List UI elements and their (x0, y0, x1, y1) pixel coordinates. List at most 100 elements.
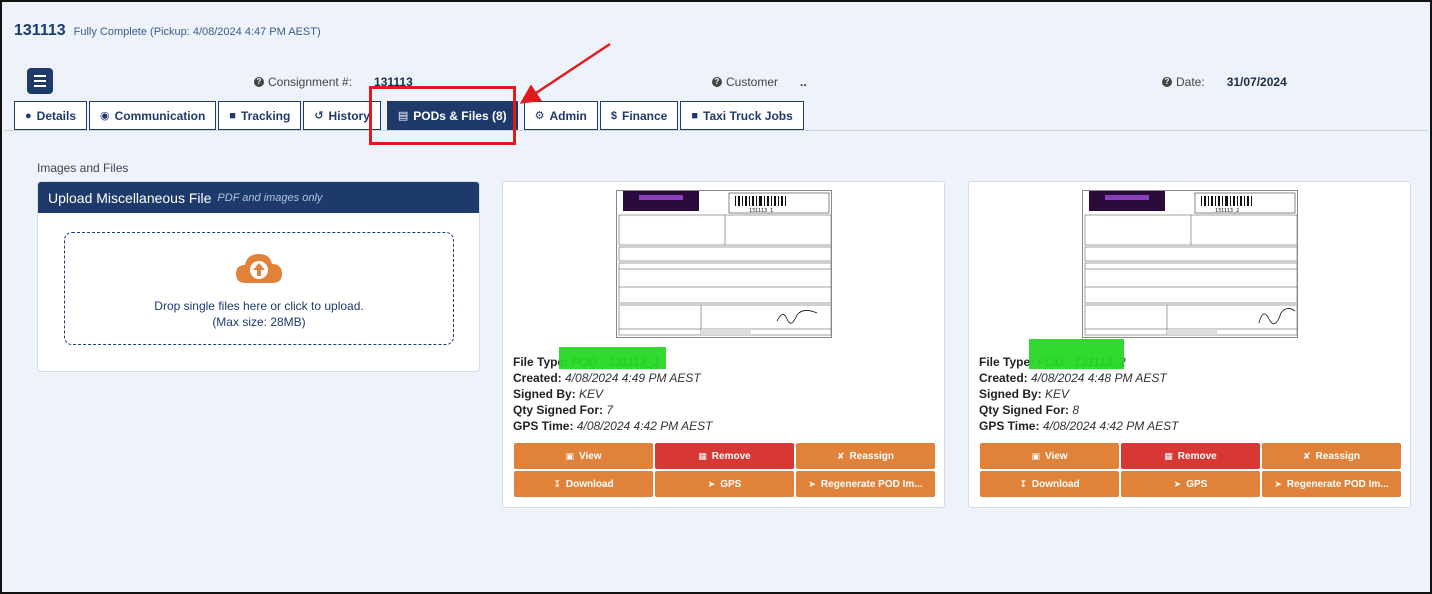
job-header: 131113 Fully Complete (Pickup: 4/08/2024… (14, 22, 321, 40)
tab-label: Details (36, 108, 77, 123)
reassign-button[interactable]: ✘ Reassign (1262, 443, 1401, 469)
job-number: 131113 (14, 22, 66, 39)
created-label: Created: (513, 371, 562, 385)
pod-card: 131113_2 File Type: POD - 131113_2 Creat… (968, 181, 1411, 508)
tab-label: Admin (549, 108, 587, 123)
gps-button[interactable]: ➤ GPS (1121, 471, 1260, 497)
customer-label: Customer (726, 75, 779, 89)
pod-actions: ▣ View ▦ Remove ✘ Reassign ↧ Download ➤ GPS ➤… (514, 443, 935, 497)
redaction-mark (1029, 339, 1124, 369)
qty-label: Qty Signed For: (513, 403, 603, 417)
tab-label: Finance (621, 108, 668, 123)
download-icon: ↧ (1019, 478, 1027, 489)
button-label: GPS (1186, 478, 1208, 490)
gps-time-value: 4/08/2024 4:42 PM AEST (576, 419, 713, 433)
signed-by-value: KEV (579, 387, 604, 401)
customer-meta: ? Customer .. (712, 75, 807, 89)
date-value: 31/07/2024 (1226, 75, 1287, 89)
remove-button[interactable]: ▦ Remove (655, 443, 794, 469)
download-button[interactable]: ↧ Download (980, 471, 1119, 497)
date-label: Date: (1176, 75, 1205, 89)
image-icon: ▣ (565, 450, 574, 461)
chat-icon: ◉ (100, 110, 110, 122)
drop-instruction: Drop single files here or click to uploa… (154, 299, 364, 313)
trash-icon: ▦ (698, 450, 707, 461)
button-label: Regenerate POD Im... (820, 478, 923, 490)
gear-icon: ⚙ (534, 110, 545, 122)
trash-icon: ▦ (1164, 450, 1173, 461)
view-button[interactable]: ▣ View (980, 443, 1119, 469)
redaction-mark (559, 347, 666, 369)
annotation-highlight-box (369, 86, 516, 145)
pod-barcode-text: 131113_1 (749, 208, 773, 214)
app-frame: 131113 Fully Complete (Pickup: 4/08/2024… (0, 0, 1432, 594)
remove-button[interactable]: ▦ Remove (1121, 443, 1260, 469)
button-label: Reassign (849, 450, 894, 462)
button-label: Remove (711, 450, 751, 462)
truck-icon: ■ (691, 109, 698, 122)
pod-card: 131113_1 File Type: POD - 131113_1 Creat… (502, 181, 945, 508)
download-icon: ↧ (553, 478, 561, 489)
question-icon: ? (712, 77, 722, 87)
hamburger-line (34, 80, 46, 82)
tab-taxi-truck-jobs[interactable]: ■ Taxi Truck Jobs (680, 101, 804, 130)
regenerate-pod-button[interactable]: ➤ Regenerate POD Im... (1262, 471, 1401, 497)
pod-thumbnail[interactable]: 131113_2 (1082, 190, 1298, 338)
signed-by-label: Signed By: (979, 387, 1042, 401)
download-button[interactable]: ↧ Download (514, 471, 653, 497)
question-icon: ? (1162, 77, 1172, 87)
tab-finance[interactable]: $ Finance (599, 101, 679, 130)
created-label: Created: (979, 371, 1028, 385)
pod-document-image: 131113_1 (618, 191, 831, 336)
pod-thumbnail[interactable]: 131113_1 (616, 190, 832, 338)
button-label: Download (565, 478, 614, 490)
file-dropzone[interactable]: Drop single files here or click to uploa… (64, 232, 454, 345)
max-size-note: (Max size: 28MB) (212, 315, 306, 329)
button-label: View (1044, 450, 1068, 462)
regenerate-pod-button[interactable]: ➤ Regenerate POD Im... (796, 471, 935, 497)
job-status: Fully Complete (Pickup: 4/08/2024 4:47 P… (73, 26, 321, 38)
upload-card-header: Upload Miscellaneous File PDF and images… (38, 182, 479, 213)
location-arrow-icon: ➤ (1173, 478, 1182, 489)
question-icon: ? (254, 77, 264, 87)
consignment-label: Consignment #: (268, 75, 353, 89)
location-arrow-icon: ➤ (808, 478, 816, 489)
gps-time-value: 4/08/2024 4:42 PM AEST (1042, 419, 1179, 433)
gps-time-label: GPS Time: (979, 419, 1040, 433)
hamburger-line (34, 85, 46, 87)
gps-time-label: GPS Time: (513, 419, 574, 433)
tab-admin[interactable]: ⚙ Admin (523, 101, 598, 130)
reassign-button[interactable]: ✘ Reassign (796, 443, 935, 469)
upload-subtitle: PDF and images only (217, 191, 323, 204)
tab-communication[interactable]: ◉ Communication (89, 101, 217, 130)
gps-button[interactable]: ➤ GPS (655, 471, 794, 497)
tab-tracking[interactable]: ■ Tracking (218, 101, 302, 130)
created-value: 4/08/2024 4:49 PM AEST (565, 371, 701, 385)
tab-label: Communication (114, 108, 206, 123)
location-arrow-icon: ➤ (1274, 478, 1282, 489)
upload-title: Upload Miscellaneous File (48, 189, 212, 206)
button-label: Remove (1177, 450, 1217, 462)
tab-label: Tracking (240, 108, 291, 123)
tab-divider (4, 130, 1428, 131)
created-value: 4/08/2024 4:48 PM AEST (1031, 371, 1167, 385)
signed-by-value: KEV (1045, 387, 1070, 401)
section-title: Images and Files (37, 161, 129, 175)
hamburger-menu-button[interactable] (27, 68, 53, 94)
qty-value: 7 (606, 403, 614, 417)
date-meta: ? Date: 31/07/2024 (1162, 75, 1287, 89)
pod-document-image: 131113_2 (1084, 191, 1297, 336)
button-label: GPS (720, 478, 742, 490)
button-label: Regenerate POD Im... (1286, 478, 1389, 490)
dollar-icon: $ (610, 109, 617, 122)
tab-details[interactable]: ● Details (14, 101, 88, 130)
plane-icon: ✘ (836, 450, 845, 461)
pod-actions: ▣ View ▦ Remove ✘ Reassign ↧ Download ➤ GPS ➤… (980, 443, 1401, 497)
image-icon: ▣ (1031, 450, 1040, 461)
plane-icon: ✘ (1302, 450, 1311, 461)
qty-value: 8 (1072, 403, 1080, 417)
customer-value: .. (800, 75, 807, 89)
upload-card: Upload Miscellaneous File PDF and images… (37, 181, 480, 372)
truck-icon: ■ (229, 109, 236, 122)
view-button[interactable]: ▣ View (514, 443, 653, 469)
